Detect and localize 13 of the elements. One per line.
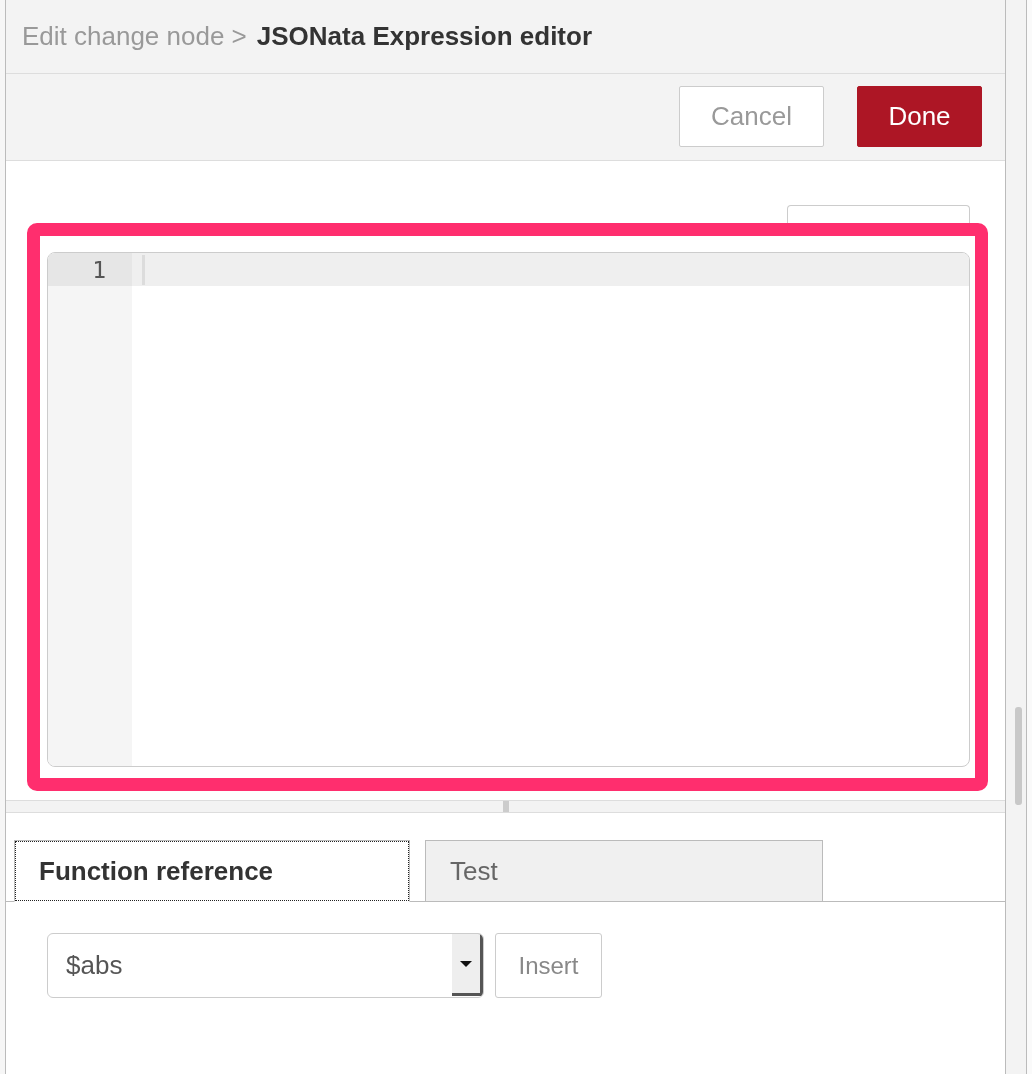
editor-action-button[interactable]: [787, 205, 970, 223]
insert-button[interactable]: Insert: [495, 933, 602, 998]
scrollbar-thumb[interactable]: [1015, 707, 1022, 805]
done-button[interactable]: Done: [857, 86, 982, 147]
caret-icon[interactable]: [452, 934, 483, 996]
tab[interactable]: Function reference: [14, 840, 410, 902]
editor-title: JSONata Expression editor: [256, 21, 593, 52]
drag-handle-icon[interactable]: [502, 801, 509, 812]
line-number: 1: [48, 253, 132, 286]
code-editor[interactable]: 1: [47, 252, 970, 767]
tab[interactable]: Test: [425, 840, 823, 902]
breadcrumb-parent: Edit change node >: [22, 21, 247, 52]
function-select[interactable]: $abs: [47, 933, 484, 998]
